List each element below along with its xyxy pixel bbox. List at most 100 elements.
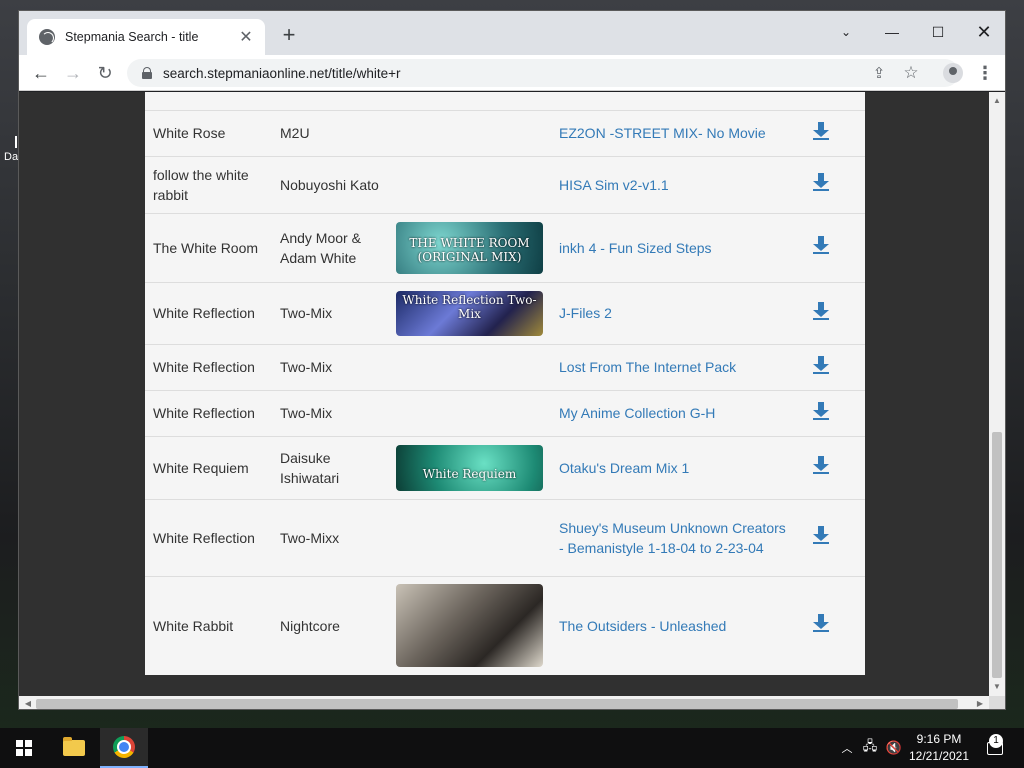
horizontal-scroll-thumb[interactable] <box>36 699 958 709</box>
song-banner-cell: THE WHITE ROOM (ORIGINAL MIX) <box>388 212 551 282</box>
pack-link[interactable]: HISA Sim v2-v1.1 <box>559 177 669 193</box>
song-banner-image: White Reflection Two-Mix <box>396 290 543 336</box>
show-hidden-icons-icon[interactable]: ︿ <box>838 728 856 768</box>
tab-search-dropdown-icon[interactable]: ⌄ <box>823 17 869 47</box>
scroll-up-icon[interactable]: ▲ <box>989 94 1005 108</box>
download-cell <box>801 389 865 436</box>
scroll-down-icon[interactable]: ▼ <box>989 680 1005 694</box>
globe-icon <box>39 29 55 45</box>
pack-cell: My Anime Collection G-H <box>551 389 801 436</box>
network-icon[interactable]: 🖧 <box>860 728 880 768</box>
song-banner-cell <box>388 575 551 675</box>
pack-cell: EZ2ON -STREET MIX- No Movie <box>551 109 801 156</box>
bookmark-star-icon[interactable]: ☆ <box>897 59 925 87</box>
download-icon[interactable] <box>813 526 829 544</box>
table-row: White Reflection Two-Mix My Anime Collecti… <box>145 389 865 436</box>
table-row: White Reflection Two-Mix Lost From The Int… <box>145 343 865 390</box>
maximize-button[interactable]: ☐ <box>915 17 961 47</box>
vertical-scrollbar[interactable]: ▲ ▼ <box>989 92 1005 696</box>
forward-button[interactable]: → <box>59 59 87 87</box>
lock-icon[interactable] <box>141 67 153 79</box>
scroll-right-icon[interactable]: ▶ <box>973 696 987 709</box>
download-icon[interactable] <box>813 401 829 420</box>
download-icon[interactable] <box>813 355 829 374</box>
tab-title: Stepmania Search - title <box>65 30 199 44</box>
download-cell <box>801 575 865 675</box>
new-tab-button[interactable]: + <box>277 24 301 48</box>
song-title: White Rose <box>145 109 272 156</box>
download-cell <box>801 498 865 576</box>
song-title: The White Room <box>145 212 272 282</box>
taskbar-clock[interactable]: 9:16 PM 12/21/2021 <box>904 731 974 765</box>
pack-link[interactable]: Lost From The Internet Pack <box>559 359 736 375</box>
pack-link[interactable]: My Anime Collection G-H <box>559 405 715 421</box>
download-cell <box>801 212 865 282</box>
pack-cell: Lost From The Internet Pack <box>551 343 801 390</box>
download-cell <box>801 435 865 499</box>
browser-toolbar: ← → ↻ search.stepmaniaonline.net/title/w… <box>19 55 1005 91</box>
download-cell <box>801 109 865 156</box>
tab-stepmania-search[interactable]: Stepmania Search - title ✕ <box>27 19 265 55</box>
results-table: White Rose M2U EZ2ON -STREET MIX- No Movie… <box>145 92 865 675</box>
song-banner-cell <box>388 109 551 156</box>
download-icon[interactable] <box>813 301 829 320</box>
volume-muted-icon[interactable]: 🔇 <box>884 728 904 768</box>
notification-center-button[interactable]: 1 <box>980 728 1010 768</box>
close-tab-icon[interactable]: ✕ <box>237 27 255 47</box>
song-artist: Two-Mixx <box>272 498 388 576</box>
song-artist: Daisuke Ishiwatari <box>272 435 388 499</box>
pack-link[interactable]: EZ2ON -STREET MIX- No Movie <box>559 125 766 141</box>
share-icon[interactable]: ⇪ <box>865 59 893 87</box>
pack-link[interactable]: Otaku's Dream Mix 1 <box>559 460 689 476</box>
pack-link[interactable]: J-Files 2 <box>559 305 612 321</box>
song-artist: Andy Moor & Adam White <box>272 212 388 282</box>
table-row: White Requiem Daisuke Ishiwatari White Req… <box>145 435 865 499</box>
reload-button[interactable]: ↻ <box>91 59 119 87</box>
address-bar[interactable]: search.stepmaniaonline.net/title/white+r <box>127 59 959 87</box>
scrollbar-corner <box>989 696 1005 709</box>
song-banner-cell <box>388 498 551 576</box>
download-cell <box>801 281 865 344</box>
close-window-button[interactable]: ✕ <box>961 17 1005 47</box>
profile-avatar[interactable] <box>939 59 967 87</box>
song-artist: Two-Mix <box>272 389 388 436</box>
tab-strip: Stepmania Search - title ✕ + ⌄ — ☐ ✕ <box>19 11 1005 55</box>
table-row: White Rabbit Nightcore The Outsiders - Unl… <box>145 575 865 675</box>
vertical-scroll-thumb[interactable] <box>992 432 1002 678</box>
song-artist: Two-Mix <box>272 343 388 390</box>
browser-menu-icon[interactable]: ⋮ <box>971 59 999 87</box>
pack-link[interactable]: Shuey's Museum Unknown Creators - Bemani… <box>559 520 786 556</box>
taskbar: ︿ 🖧 🔇 9:16 PM 12/21/2021 1 <box>0 728 1024 768</box>
download-icon[interactable] <box>813 456 829 474</box>
taskbar-chrome[interactable] <box>100 728 148 768</box>
download-icon[interactable] <box>813 173 829 191</box>
song-artist: M2U <box>272 109 388 156</box>
pack-link[interactable]: inkh 4 - Fun Sized Steps <box>559 240 712 256</box>
table-row: White Reflection Two-Mix White Reflection … <box>145 281 865 344</box>
horizontal-scrollbar[interactable]: ◀ ▶ <box>19 696 989 709</box>
banner-caption: White Requiem <box>422 466 517 481</box>
taskbar-file-explorer[interactable] <box>50 728 98 768</box>
song-title: White Reflection <box>145 281 272 344</box>
scroll-left-icon[interactable]: ◀ <box>21 696 35 709</box>
download-cell <box>801 155 865 213</box>
song-banner-cell: White Reflection Two-Mix <box>388 281 551 344</box>
start-button[interactable] <box>0 728 48 768</box>
pack-cell: Shuey's Museum Unknown Creators - Bemani… <box>551 498 801 576</box>
song-title: White Reflection <box>145 389 272 436</box>
song-banner-image <box>396 584 543 668</box>
song-banner-image: White Requiem <box>396 444 543 491</box>
url-text[interactable]: search.stepmaniaonline.net/title/white+r <box>163 66 401 81</box>
download-icon[interactable] <box>813 121 829 140</box>
table-row-partial <box>145 92 865 110</box>
table-row: White Rose M2U EZ2ON -STREET MIX- No Movie <box>145 109 865 156</box>
download-icon[interactable] <box>813 614 829 633</box>
back-button[interactable]: ← <box>27 59 55 87</box>
banner-caption: White Reflection Two-Mix <box>402 292 537 321</box>
download-cell <box>801 343 865 390</box>
minimize-button[interactable]: — <box>869 17 915 47</box>
windows-logo-icon <box>16 740 32 756</box>
pack-link[interactable]: The Outsiders - Unleashed <box>559 618 726 634</box>
song-artist: Nobuyoshi Kato <box>272 155 388 213</box>
download-icon[interactable] <box>813 236 829 254</box>
